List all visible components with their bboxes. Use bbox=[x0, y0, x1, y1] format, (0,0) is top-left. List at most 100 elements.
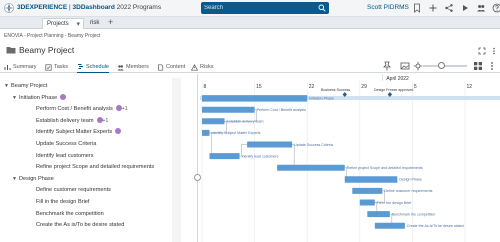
plus-icon[interactable] bbox=[428, 3, 438, 13]
task-name: Design Phase bbox=[19, 175, 54, 182]
milestone-label: Business Success bbox=[321, 88, 350, 92]
task-bar-label: Update Success Criteria bbox=[294, 143, 333, 147]
month-label: April 2022 bbox=[386, 76, 409, 82]
tasks-icon bbox=[45, 63, 52, 71]
task-bar-label: Define customer requirements bbox=[384, 189, 432, 193]
search-box bbox=[201, 2, 329, 14]
task-name: Update Success Criteria bbox=[36, 141, 97, 147]
share-icon[interactable] bbox=[444, 3, 454, 13]
bookmark-icon[interactable] bbox=[412, 3, 422, 13]
task-row[interactable]: ▼ Design Phase bbox=[0, 174, 196, 184]
zoom-slider-track[interactable] bbox=[423, 65, 467, 67]
day-tick-label: 8 bbox=[204, 84, 207, 90]
task-bar bbox=[344, 176, 398, 183]
tab-risks[interactable]: Risks bbox=[191, 61, 213, 73]
more-options-icon[interactable] bbox=[487, 61, 497, 71]
task-row[interactable]: ▼ Initiation Phase bbox=[0, 93, 196, 103]
app-name: 3DDashboard bbox=[72, 4, 115, 11]
task-name: Define customer requirements bbox=[36, 187, 111, 194]
task-row[interactable]: Refine project Scope and detailed requir… bbox=[0, 162, 196, 172]
task-bar-label: Identify Subject Matter Experts bbox=[212, 131, 261, 135]
task-bar-label: Design Phase bbox=[399, 178, 421, 182]
expand-caret-icon[interactable]: ▼ bbox=[12, 93, 17, 103]
task-bar-label: Refine project Scope and detailed requir… bbox=[347, 166, 423, 170]
assignee-count: +1 bbox=[102, 117, 109, 124]
task-row[interactable]: ▼ Beamy Project bbox=[0, 81, 196, 91]
day-tick-label: 12 bbox=[467, 84, 473, 90]
project-header: Beamy Project bbox=[0, 43, 500, 58]
task-name: Identify lead customers bbox=[36, 152, 94, 159]
tab-projects[interactable]: Projects ▾ bbox=[42, 18, 84, 29]
task-name: Establish delivery team bbox=[36, 117, 94, 124]
schedule-icon bbox=[78, 64, 83, 69]
folder-icon bbox=[6, 47, 16, 54]
breadcrumb: ENOVIA - Project Planning - Beamy Projec… bbox=[4, 33, 101, 39]
dependency-link bbox=[209, 132, 212, 157]
people-icon[interactable] bbox=[476, 3, 486, 13]
dependency-link bbox=[277, 144, 295, 168]
page-title: Beamy Project bbox=[19, 45, 75, 55]
task-scrollbar[interactable] bbox=[172, 78, 181, 242]
expand-icon[interactable] bbox=[478, 47, 486, 55]
expand-caret-icon[interactable]: ▼ bbox=[4, 81, 9, 91]
tab-risk[interactable]: risk bbox=[86, 18, 106, 29]
day-tick-label: 22 bbox=[309, 84, 315, 90]
tab-schedule[interactable]: Schedule bbox=[77, 61, 109, 73]
task-row[interactable]: Establish delivery team +1 bbox=[0, 116, 196, 126]
task-row[interactable]: Define customer requirements bbox=[0, 185, 196, 195]
task-row[interactable]: Benchmark the competition bbox=[0, 209, 196, 219]
question-icon[interactable] bbox=[492, 3, 500, 13]
task-bar-label: Identify lead customers bbox=[242, 154, 279, 158]
app-brand: 3DEXPERIENCE bbox=[17, 4, 68, 11]
task-bar bbox=[202, 95, 308, 102]
tab-members[interactable]: Members bbox=[117, 61, 149, 73]
settings-icon[interactable] bbox=[413, 61, 423, 71]
chevron-down-icon[interactable]: ▾ bbox=[76, 19, 80, 30]
task-name: Initiation Phase bbox=[19, 94, 58, 101]
summary-icon bbox=[4, 64, 11, 70]
task-row[interactable]: Create the As is/To be desire stated bbox=[0, 220, 196, 230]
day-tick-label: 5 bbox=[414, 84, 417, 90]
task-row[interactable]: Fill in the design Brief bbox=[0, 197, 196, 207]
content-icon bbox=[158, 63, 164, 71]
search-input[interactable] bbox=[204, 3, 312, 13]
top-bar: 3DEXPERIENCE | 3DDashboard 2022 Programs… bbox=[0, 0, 500, 17]
image-view-icon[interactable] bbox=[400, 61, 410, 71]
tab-tasks[interactable]: Tasks bbox=[45, 61, 68, 73]
add-tab-icon[interactable]: + bbox=[108, 17, 113, 27]
expand-caret-icon[interactable]: ▼ bbox=[12, 174, 17, 184]
task-row[interactable]: Identify lead customers bbox=[0, 151, 196, 161]
tab-summary[interactable]: Summary bbox=[4, 61, 37, 73]
gantt-svg: 81522295121926April 2022Business Success… bbox=[200, 74, 500, 242]
zoom-slider-handle[interactable] bbox=[438, 62, 445, 69]
app-suffix: 2022 Programs bbox=[116, 4, 162, 11]
task-row[interactable]: Update Success Criteria bbox=[0, 139, 196, 149]
tab-content[interactable]: Content bbox=[157, 61, 185, 73]
more-icon[interactable] bbox=[490, 47, 498, 55]
task-name: Create the As is/To be desire stated bbox=[36, 222, 125, 229]
task-name: Beamy Project bbox=[11, 83, 48, 89]
day-tick-label: 29 bbox=[361, 84, 367, 90]
day-tick-label: 15 bbox=[256, 84, 262, 90]
task-bar-label: Fill in the design Brief bbox=[377, 201, 411, 205]
task-bar-label: Initiation Phase bbox=[309, 96, 334, 100]
user-name[interactable]: Scott PIDRMS bbox=[367, 4, 409, 11]
assignee-count: +1 bbox=[121, 106, 128, 113]
task-name: Identify Subject Matter Experts bbox=[36, 129, 113, 136]
task-name: Refine project Scope and detailed requir… bbox=[36, 164, 155, 171]
gantt-chart: 81522295121926April 2022Business Success… bbox=[198, 74, 500, 242]
task-row[interactable]: Identify Subject Matter Experts bbox=[0, 127, 196, 137]
assignee-avatar bbox=[115, 128, 122, 135]
compass-logo-icon[interactable] bbox=[4, 3, 14, 13]
task-row[interactable]: Perform Cost / Benefit analysis +1 bbox=[0, 104, 196, 114]
grid-view-icon[interactable] bbox=[473, 61, 483, 71]
milestone-label: Design Freeze approved bbox=[374, 88, 413, 92]
play-icon[interactable] bbox=[460, 3, 470, 13]
search-icon[interactable] bbox=[318, 4, 326, 12]
risks-icon bbox=[191, 63, 198, 71]
task-bar-label: Perform Cost / Benefit analysis bbox=[257, 108, 307, 112]
task-bar bbox=[352, 187, 383, 194]
pin-icon[interactable] bbox=[382, 61, 392, 71]
app-title: 3DEXPERIENCE | 3DDashboard 2022 Programs bbox=[17, 4, 162, 11]
task-name: Perform Cost / Benefit analysis bbox=[36, 106, 113, 113]
